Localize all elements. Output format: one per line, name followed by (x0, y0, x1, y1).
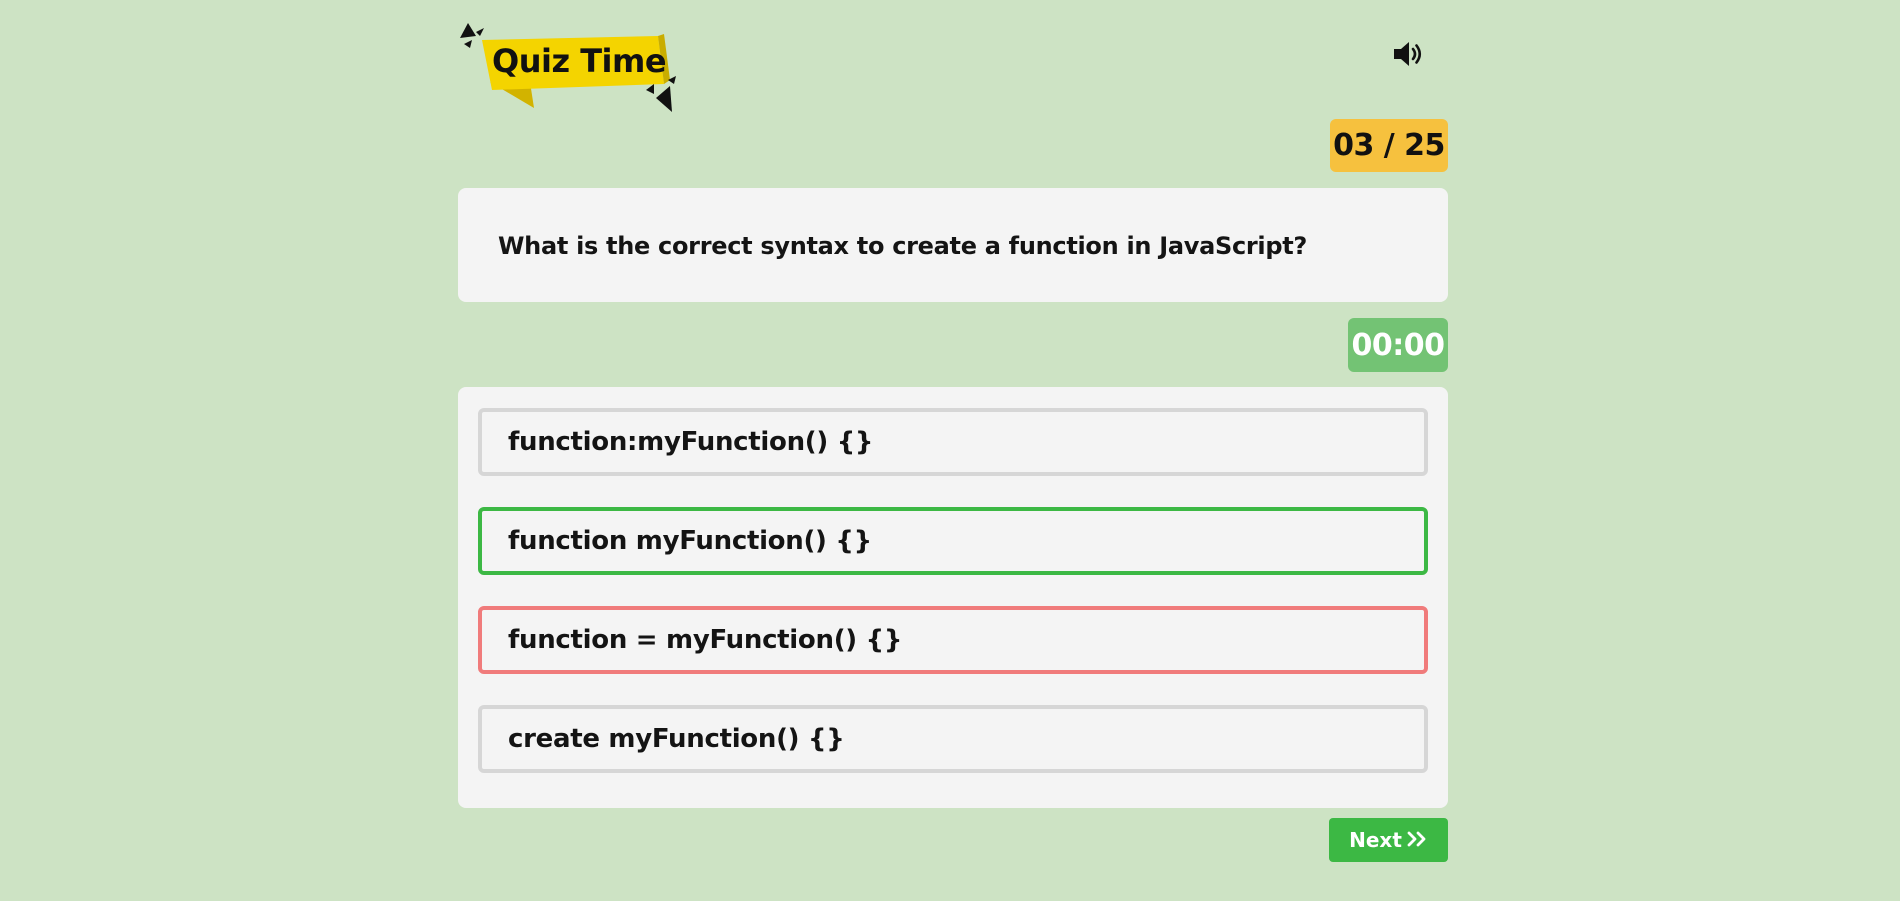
options-list: function:myFunction() {} function myFunc… (458, 387, 1448, 808)
option-3-wrong[interactable]: function = myFunction() {} (478, 606, 1428, 674)
speaker-volume-icon[interactable] (1392, 40, 1426, 68)
option-1[interactable]: function:myFunction() {} (478, 408, 1428, 476)
option-label: function = myFunction() {} (508, 625, 903, 655)
option-label: create myFunction() {} (508, 724, 845, 754)
option-2-correct[interactable]: function myFunction() {} (478, 507, 1428, 575)
quiz-logo: Quiz Time (458, 20, 688, 112)
timer-badge: 00:00 (1348, 318, 1448, 372)
quiz-container: Quiz Time 03 / 25 What is the correct sy… (458, 0, 1448, 901)
question-text: What is the correct syntax to create a f… (498, 232, 1308, 260)
logo-title: Quiz Time (492, 42, 667, 80)
next-button[interactable]: Next (1329, 818, 1448, 862)
double-chevron-right-icon (1406, 828, 1428, 852)
option-4[interactable]: create myFunction() {} (478, 705, 1428, 773)
option-label: function:myFunction() {} (508, 427, 874, 457)
question-counter-badge: 03 / 25 (1330, 119, 1448, 172)
question-card: What is the correct syntax to create a f… (458, 188, 1448, 302)
option-label: function myFunction() {} (508, 526, 872, 556)
next-button-label: Next (1349, 828, 1402, 852)
